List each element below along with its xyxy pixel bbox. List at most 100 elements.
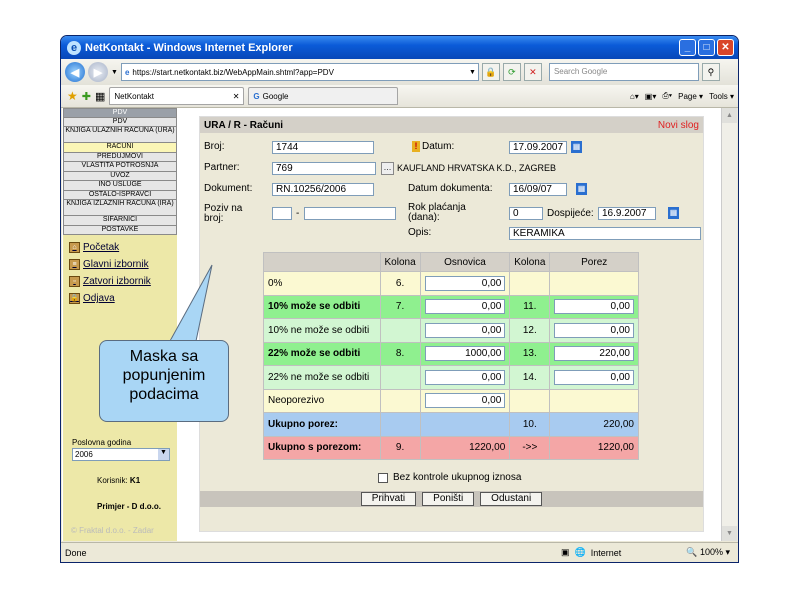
no-total-check[interactable]: Bez kontrole ukupnog iznosa xyxy=(378,472,521,483)
menu-item-vlastita-potrosnja[interactable]: VLASTITA POTROŠNJA xyxy=(63,162,177,172)
tab-close-icon[interactable]: ✕ xyxy=(233,92,240,101)
main-menu-link[interactable]: ≡ Glavni izbornik xyxy=(69,256,171,273)
url-dropdown-icon[interactable]: ▼ xyxy=(469,69,478,76)
rok-placanja-field[interactable]: 0 xyxy=(509,207,543,220)
lock-icon[interactable]: 🔒 xyxy=(481,63,500,81)
osnovica-input[interactable]: 0,00 xyxy=(424,299,506,315)
year-select[interactable]: 2006 ▼ xyxy=(72,448,170,461)
forward-button[interactable]: ▶ xyxy=(88,62,108,82)
home-icon[interactable]: ⌂▾ xyxy=(630,92,639,101)
cancel-button[interactable]: Odustani xyxy=(480,492,543,506)
chevron-down-icon[interactable]: ▼ xyxy=(158,449,169,460)
minimize-button[interactable]: _ xyxy=(679,39,696,56)
page-menu[interactable]: Page ▾ xyxy=(678,92,703,101)
porez-total: 220,00 xyxy=(549,412,639,437)
zoom-control[interactable]: 🔍 100% ▾ xyxy=(686,547,730,558)
menu-item-postavke[interactable]: POSTAVKE xyxy=(63,225,177,235)
url-text: https://start.netkontakt.biz/WebAppMain.… xyxy=(132,67,334,77)
calendar-icon[interactable]: ▦ xyxy=(576,183,587,195)
close-menu-icon: ▫ xyxy=(69,276,80,287)
poziv-broj-field[interactable] xyxy=(304,207,396,220)
tools-menu[interactable]: Tools ▾ xyxy=(709,92,734,101)
tab-google[interactable]: G Google xyxy=(248,87,399,105)
menu-item-ura[interactable]: KNJIGA ULAZNIH RAČUNA (URA) xyxy=(63,127,177,143)
row-label: 0% xyxy=(263,271,381,296)
menu-item-pdv[interactable]: PDV xyxy=(63,117,177,127)
menu-item-ostalo-ispravci[interactable]: OSTALO-ISPRAVCI xyxy=(63,190,177,200)
dospijece-field[interactable]: 16.9.2007 xyxy=(598,207,656,220)
add-favorites-icon[interactable]: ✚ xyxy=(82,90,91,103)
padlock-icon: 🔒 xyxy=(69,293,80,304)
search-icon[interactable]: ⚲ xyxy=(701,63,720,81)
new-record-link[interactable]: Novi slog xyxy=(658,120,699,131)
partner-code-field[interactable]: 769 xyxy=(272,162,376,175)
poziv-model-field[interactable] xyxy=(272,207,292,220)
scroll-up-icon[interactable]: ▲ xyxy=(722,108,737,123)
menu-item-ira[interactable]: KNJIGA IZLAZNIH RAČUNA (IRA) xyxy=(63,200,177,216)
dospijece-label: Dospijeće: xyxy=(547,208,594,219)
calendar-icon[interactable]: ▦ xyxy=(571,141,582,153)
menu-item-ino-usluge[interactable]: INO USLUGE xyxy=(63,181,177,191)
osnovica-input[interactable]: 0,00 xyxy=(424,322,506,338)
poziv-separator: - xyxy=(296,208,300,219)
menu-item-pdv-header[interactable]: PDV xyxy=(63,108,177,118)
menu-item-predujmovi[interactable]: PREDUJMOVI xyxy=(63,152,177,162)
partner-lookup-button[interactable]: … xyxy=(381,162,394,175)
copyright: © Fraktal d.o.o. - Zadar xyxy=(71,526,154,535)
osnovica-input[interactable]: 0,00 xyxy=(424,275,506,291)
zone-label: Internet xyxy=(590,547,622,558)
sidebar-menu: PDV PDV KNJIGA ULAZNIH RAČUNA (URA) RAČU… xyxy=(63,108,177,235)
menu-item-sifarnici[interactable]: ŠIFARNICI xyxy=(63,216,177,226)
warning-icon: ! xyxy=(412,141,420,152)
opis-field[interactable]: KERAMIKA xyxy=(509,227,701,240)
page-content: PDV PDV KNJIGA ULAZNIH RAČUNA (URA) RAČU… xyxy=(62,108,737,541)
feeds-icon[interactable]: ▣▾ xyxy=(645,92,657,101)
logout-link[interactable]: 🔒 Odjava xyxy=(69,290,171,307)
vertical-scrollbar[interactable]: ▲ ▼ xyxy=(721,108,737,541)
row-label: 22% ne može se odbiti xyxy=(263,365,381,390)
osnovica-input[interactable]: 1000,00 xyxy=(424,346,506,362)
osnovica-cell xyxy=(419,412,511,437)
porez-input[interactable]: 0,00 xyxy=(554,322,634,338)
stop-button[interactable]: ✕ xyxy=(523,63,542,81)
osnovica-input[interactable]: 0,00 xyxy=(424,369,506,385)
accept-button[interactable]: Prihvati xyxy=(360,492,417,506)
row-col1: 7. xyxy=(379,294,421,319)
close-menu-link[interactable]: ▫ Zatvori izbornik xyxy=(69,273,171,290)
year-label: Poslovna godina xyxy=(72,438,132,447)
back-button[interactable]: ◀ xyxy=(65,62,85,82)
scroll-down-icon[interactable]: ▼ xyxy=(722,526,737,541)
search-input[interactable]: Search Google xyxy=(548,63,699,81)
history-dropdown-icon[interactable]: ▼ xyxy=(111,69,118,76)
reset-button[interactable]: Poništi xyxy=(422,492,475,506)
refresh-button[interactable]: ⟳ xyxy=(502,63,521,81)
maximize-button[interactable]: □ xyxy=(698,39,715,56)
row-col2: ->> xyxy=(509,435,551,460)
porez-input[interactable]: 0,00 xyxy=(554,369,634,385)
osnovica-total: 1220,00 xyxy=(419,435,511,460)
osnovica-input[interactable]: 0,00 xyxy=(424,393,506,409)
menu-item-uvoz[interactable]: UVOZ xyxy=(63,171,177,181)
print-icon[interactable]: ⎙▾ xyxy=(662,91,672,101)
porez-input[interactable]: 220,00 xyxy=(554,346,634,362)
tab-netkontakt[interactable]: NetKontakt ✕ xyxy=(109,87,245,105)
dokument-field[interactable]: RN.10256/2006 xyxy=(272,183,374,196)
google-icon: G xyxy=(253,91,260,101)
form-header: URA / R - Računi Novi slog xyxy=(200,117,703,133)
close-button[interactable]: ✕ xyxy=(717,39,734,56)
opis-label: Opis: xyxy=(408,227,432,238)
datum-dokumenta-field[interactable]: 16/09/07 xyxy=(509,183,567,196)
page-icon: e xyxy=(124,67,130,77)
checkbox[interactable] xyxy=(378,472,388,483)
calendar-icon[interactable]: ▦ xyxy=(668,207,679,219)
datum-field[interactable]: 17.09.2007 xyxy=(509,141,567,154)
porez-input[interactable]: 0,00 xyxy=(554,299,634,315)
url-field[interactable]: e https://start.netkontakt.biz/WebAppMai… xyxy=(120,63,479,81)
home-link[interactable]: ⌂ Početak xyxy=(69,239,171,256)
broj-field[interactable]: 1744 xyxy=(272,141,374,154)
favorites-star-icon[interactable]: ★ xyxy=(67,89,78,103)
menu-item-racuni[interactable]: RAČUNI xyxy=(63,143,177,153)
quick-tabs-icon[interactable]: ▦ xyxy=(95,90,105,103)
poziv-label: Poziv na broj: xyxy=(204,203,243,224)
callout-line: podacima xyxy=(129,386,199,403)
